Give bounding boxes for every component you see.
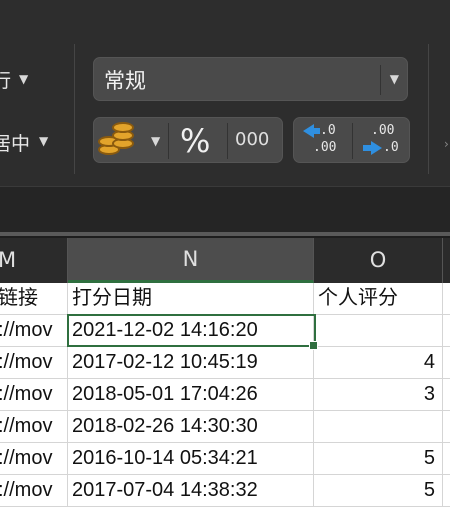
table-cell[interactable]: ://mov <box>0 315 68 347</box>
increase-decimal-button[interactable]: .0 .00 <box>294 118 352 162</box>
arrow-left-tail <box>312 128 320 134</box>
arrow-right-icon <box>371 141 382 155</box>
table-cell[interactable] <box>443 379 450 411</box>
table-cell[interactable]: 2018-05-01 17:04:26 <box>68 379 314 411</box>
more-icon[interactable]: › <box>444 137 449 151</box>
column-header-n[interactable]: N <box>68 238 314 283</box>
table-cell[interactable] <box>314 315 443 347</box>
ribbon-divider <box>428 44 429 174</box>
decimal-bottom-label: .00 <box>313 140 337 155</box>
number-style-group: ▼ % 000 <box>93 117 283 163</box>
table-cell[interactable]: ://mov <box>0 347 68 379</box>
wrap-text-button[interactable]: 行 <box>0 66 11 93</box>
table-cell[interactable]: 2016-10-14 05:34:21 <box>68 443 314 475</box>
table-cell[interactable] <box>443 315 450 347</box>
chevron-down-icon[interactable]: ▼ <box>151 134 160 148</box>
fill-handle[interactable] <box>309 341 318 350</box>
table-cell[interactable] <box>314 411 443 443</box>
column-header-o[interactable]: O <box>314 238 443 283</box>
table-cell[interactable]: 2021-12-02 14:16:20 <box>68 315 314 347</box>
table-cell[interactable]: ://mov <box>0 411 68 443</box>
spreadsheet-grid: M N O 链接 打分日期 个人评分 ://mov 2021-12-02 14:… <box>0 238 450 512</box>
table-cell[interactable]: 3 <box>314 379 443 411</box>
chevron-down-icon[interactable]: ▼ <box>390 72 399 86</box>
table-cell[interactable]: 5 <box>314 475 443 507</box>
decimal-bottom-label: .0 <box>383 140 399 155</box>
table-cell[interactable]: ://mov <box>0 443 68 475</box>
column-header-m[interactable]: M <box>0 238 68 283</box>
table-cell[interactable] <box>443 475 450 507</box>
cell-next[interactable] <box>443 283 450 315</box>
number-format-value: 常规 <box>104 69 146 93</box>
ribbon-divider <box>74 44 75 174</box>
table-cell[interactable]: 2018-02-26 14:30:30 <box>68 411 314 443</box>
decimal-top-label: .0 <box>320 123 336 138</box>
number-format-select[interactable]: 常规 ▼ <box>93 57 408 101</box>
ribbon-edge <box>0 232 450 236</box>
percent-style-button[interactable]: % <box>180 122 210 160</box>
table-cell[interactable]: ://mov <box>0 475 68 507</box>
table-cell[interactable]: 2017-02-12 10:45:19 <box>68 347 314 379</box>
table-cell[interactable]: 4 <box>314 347 443 379</box>
chevron-down-icon[interactable]: ▼ <box>39 134 48 148</box>
decimal-group: .0 .00 .00 .0 <box>293 117 410 163</box>
comma-style-button[interactable]: 000 <box>235 129 269 150</box>
select-divider <box>380 65 381 95</box>
chevron-down-icon[interactable]: ▼ <box>19 72 28 86</box>
decrease-decimal-button[interactable]: .00 .0 <box>353 118 410 162</box>
column-header-p[interactable] <box>443 238 450 283</box>
ribbon-toolbar: 行 ▼ 居中 ▼ 常规 ▼ ▼ % 000 .0 .00 .00 .0 › <box>0 0 450 186</box>
cell-link-header[interactable]: 链接 <box>0 283 68 315</box>
decimal-top-label: .00 <box>371 123 395 138</box>
table-cell[interactable]: 2017-07-04 14:38:32 <box>68 475 314 507</box>
merge-center-button[interactable]: 居中 <box>0 129 30 156</box>
table-cell[interactable] <box>443 443 450 475</box>
table-cell[interactable]: 5 <box>314 443 443 475</box>
table-cell[interactable]: ://mov <box>0 379 68 411</box>
table-cell[interactable] <box>443 347 450 379</box>
cell-rating-header[interactable]: 个人评分 <box>314 283 443 315</box>
cell-date-header[interactable]: 打分日期 <box>68 283 314 315</box>
table-cell[interactable] <box>443 411 450 443</box>
formula-bar-area <box>0 186 450 232</box>
arrow-right-tail <box>363 145 371 151</box>
accounting-format-button[interactable]: ▼ <box>94 118 160 162</box>
